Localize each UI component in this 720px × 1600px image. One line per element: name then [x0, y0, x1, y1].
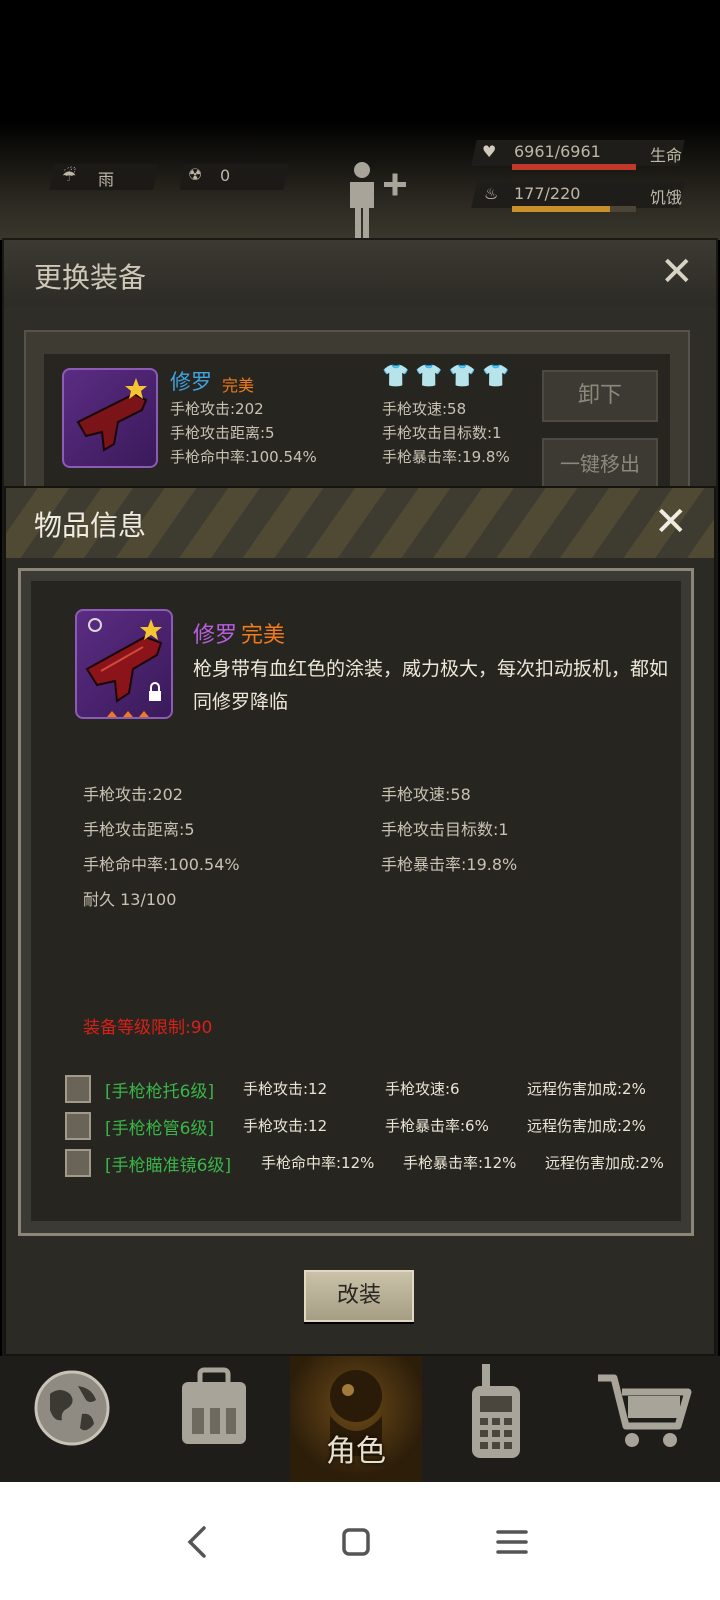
mod-stat: 远程伤害加成:2%	[545, 1154, 664, 1172]
heart-icon: ♥	[482, 142, 497, 161]
world-map-icon	[34, 1370, 110, 1446]
equipped-item-inner: 修罗 完美 手枪攻击:202 手枪攻击距离:5 手枪命中率:100.54% 👕👕…	[44, 354, 670, 494]
rain-icon: ☔	[62, 166, 77, 185]
character-add-icon[interactable]	[340, 160, 410, 240]
item-stat: 手枪攻击目标数:1	[381, 820, 509, 839]
backpack-icon	[182, 1367, 246, 1444]
item-stat: 手枪攻速:58	[381, 785, 471, 804]
bottom-nav: 角色	[0, 1356, 720, 1482]
radiation-value: 0	[220, 166, 231, 185]
shop-cart-icon	[598, 1374, 692, 1447]
equipped-item-card: 修罗 完美 手枪攻击:202 手枪攻击距离:5 手枪命中率:100.54% 👕👕…	[24, 330, 690, 494]
nav-shop[interactable]	[578, 1356, 710, 1482]
hp-value: 6961/6961	[514, 142, 601, 161]
level-requirement: 装备等级限制:90	[83, 1018, 213, 1038]
weather-label: 雨	[98, 170, 115, 189]
equipped-stat: 手枪攻击:202	[170, 400, 264, 418]
item-stat: 手枪暴击率:19.8%	[381, 855, 518, 874]
mod-name: [手枪瞄准镜6级]	[105, 1156, 232, 1176]
item-info-frame: 修罗 完美 枪身带有血红色的涂装，威力极大，每次扣动扳机，都如同修罗降临 手枪攻…	[18, 568, 694, 1236]
hp-bar	[512, 164, 636, 170]
menu-icon[interactable]	[482, 1512, 542, 1572]
radiation-icon: ☢	[188, 165, 203, 184]
item-stat: 手枪攻击:202	[83, 785, 183, 804]
mod-stat: 手枪命中率:12%	[261, 1154, 375, 1172]
modal-title: 物品信息	[34, 509, 147, 542]
system-nav-bar	[0, 1482, 720, 1600]
unequip-button[interactable]: 卸下	[542, 370, 658, 422]
stomach-icon: ♨	[484, 184, 499, 203]
equipped-stat: 手枪攻击距离:5	[170, 424, 275, 442]
durability: 耐久 13/100	[83, 890, 177, 909]
modify-button[interactable]: 改装	[304, 1270, 414, 1322]
remove-all-button[interactable]: 一键移出	[542, 438, 658, 490]
item-name: 修罗	[193, 623, 238, 648]
barrel-icon	[65, 1112, 91, 1140]
pistol-icon	[75, 609, 173, 719]
mod-stat: 远程伤害加成:2%	[527, 1117, 646, 1135]
mod-stat: 手枪攻击:12	[243, 1117, 328, 1135]
mod-row: [手枪瞄准镜6级] 手枪命中率:12% 手枪暴击率:12% 远程伤害加成:2%	[65, 1149, 685, 1179]
equipped-stat: 手枪暴击率:19.8%	[382, 448, 510, 466]
modal-header: 物品信息 ✕	[6, 488, 714, 558]
close-icon[interactable]: ✕	[654, 502, 688, 542]
home-icon[interactable]	[326, 1512, 386, 1572]
hp-label: 生命	[650, 146, 683, 165]
nav-radio[interactable]	[430, 1356, 562, 1482]
item-quality: 完美	[241, 623, 286, 648]
mod-stat: 手枪暴击率:12%	[403, 1154, 517, 1172]
panel-title: 更换装备	[34, 261, 147, 294]
hunger-value: 177/220	[514, 184, 581, 203]
radio-icon	[472, 1364, 520, 1458]
mod-row: [手枪枪托6级] 手枪攻击:12 手枪攻速:6 远程伤害加成:2%	[65, 1075, 685, 1105]
mod-stat: 手枪暴击率:6%	[385, 1117, 489, 1135]
panel-header: 更换装备 ✕	[4, 240, 716, 306]
mod-stat: 手枪攻速:6	[385, 1080, 460, 1098]
item-stat: 手枪攻击距离:5	[83, 820, 195, 839]
nav-backpack[interactable]	[148, 1356, 280, 1482]
scope-icon	[65, 1149, 91, 1177]
equipped-stat: 手枪攻击目标数:1	[382, 424, 502, 442]
mod-stat: 远程伤害加成:2%	[527, 1080, 646, 1098]
item-info-modal: 物品信息 ✕ 修罗 完美 枪身带有血红色的涂装，威力极大，每次扣动扳机，都如同修…	[4, 486, 716, 1356]
hunger-bar	[512, 206, 610, 212]
mod-row: [手枪枪管6级] 手枪攻击:12 手枪暴击率:6% 远程伤害加成:2%	[65, 1112, 685, 1142]
armor-slots-icon: 👕👕👕👕	[382, 364, 516, 389]
hunger-label: 饥饿	[650, 188, 683, 207]
nav-world[interactable]	[6, 1356, 138, 1482]
mod-name: [手枪枪托6级]	[105, 1082, 215, 1102]
item-description: 枪身带有血红色的涂装，威力极大，每次扣动扳机，都如同修罗降临	[193, 658, 669, 713]
item-stat: 手枪命中率:100.54%	[83, 855, 240, 874]
back-icon[interactable]	[168, 1512, 228, 1572]
nav-character[interactable]: 角色	[290, 1356, 422, 1482]
equipped-item-quality: 完美	[222, 376, 255, 395]
close-icon[interactable]: ✕	[660, 252, 694, 292]
equipped-item-name: 修罗	[170, 370, 212, 394]
stock-icon	[65, 1075, 91, 1103]
pistol-icon[interactable]	[62, 368, 158, 468]
top-hud: ☔ 雨 ☢ 0 ♥ 6961/6961 生命 ♨ 177/220 饥饿	[0, 0, 720, 240]
equipped-stat: 手枪攻速:58	[382, 400, 467, 418]
mod-stat: 手枪攻击:12	[243, 1080, 328, 1098]
mod-name: [手枪枪管6级]	[105, 1119, 215, 1139]
equipped-stat: 手枪命中率:100.54%	[170, 448, 317, 466]
item-info-content: 修罗 完美 枪身带有血红色的涂装，威力极大，每次扣动扳机，都如同修罗降临 手枪攻…	[31, 581, 681, 1221]
nav-character-label: 角色	[326, 1434, 386, 1469]
